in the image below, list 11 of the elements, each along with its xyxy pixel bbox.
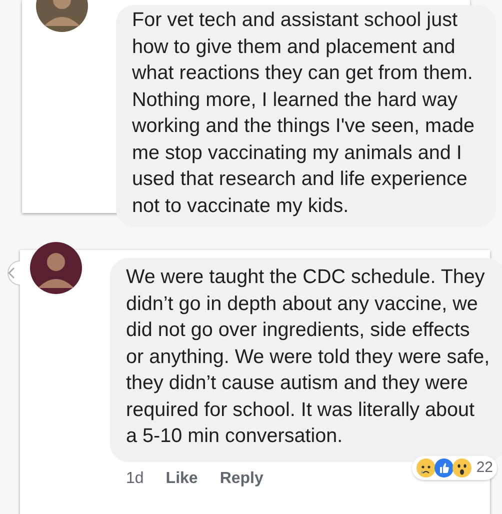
comment-text: We were taught the CDC schedule. They didn’t go in depth about any vaccine, we did not go over ingredients, side effects or anything. We were told they were safe, they didn’t cause autism and they were required for school. It was literally about a 5-10 min conversation. <box>110 258 502 462</box>
action-link[interactable]: Like <box>166 470 198 488</box>
sad-face-icon <box>416 458 436 478</box>
surprised-face-icon <box>452 458 472 478</box>
thumbs-up-icon <box>434 458 454 478</box>
reaction-count: 22 <box>476 459 493 476</box>
timestamp: 1d <box>126 470 144 488</box>
action-link[interactable]: Reply <box>220 470 264 488</box>
avatar[interactable] <box>30 242 82 294</box>
comment-text: For vet tech and assistant school just how to give them and placement and what reactions they can get from them. Nothing more, I learned the hard way working and the things I've seen, made me stop vaccinating my animals and I used that research and life experience not to vaccinate my kids. <box>116 5 496 227</box>
reactions-badge[interactable]: 22 <box>412 456 497 480</box>
